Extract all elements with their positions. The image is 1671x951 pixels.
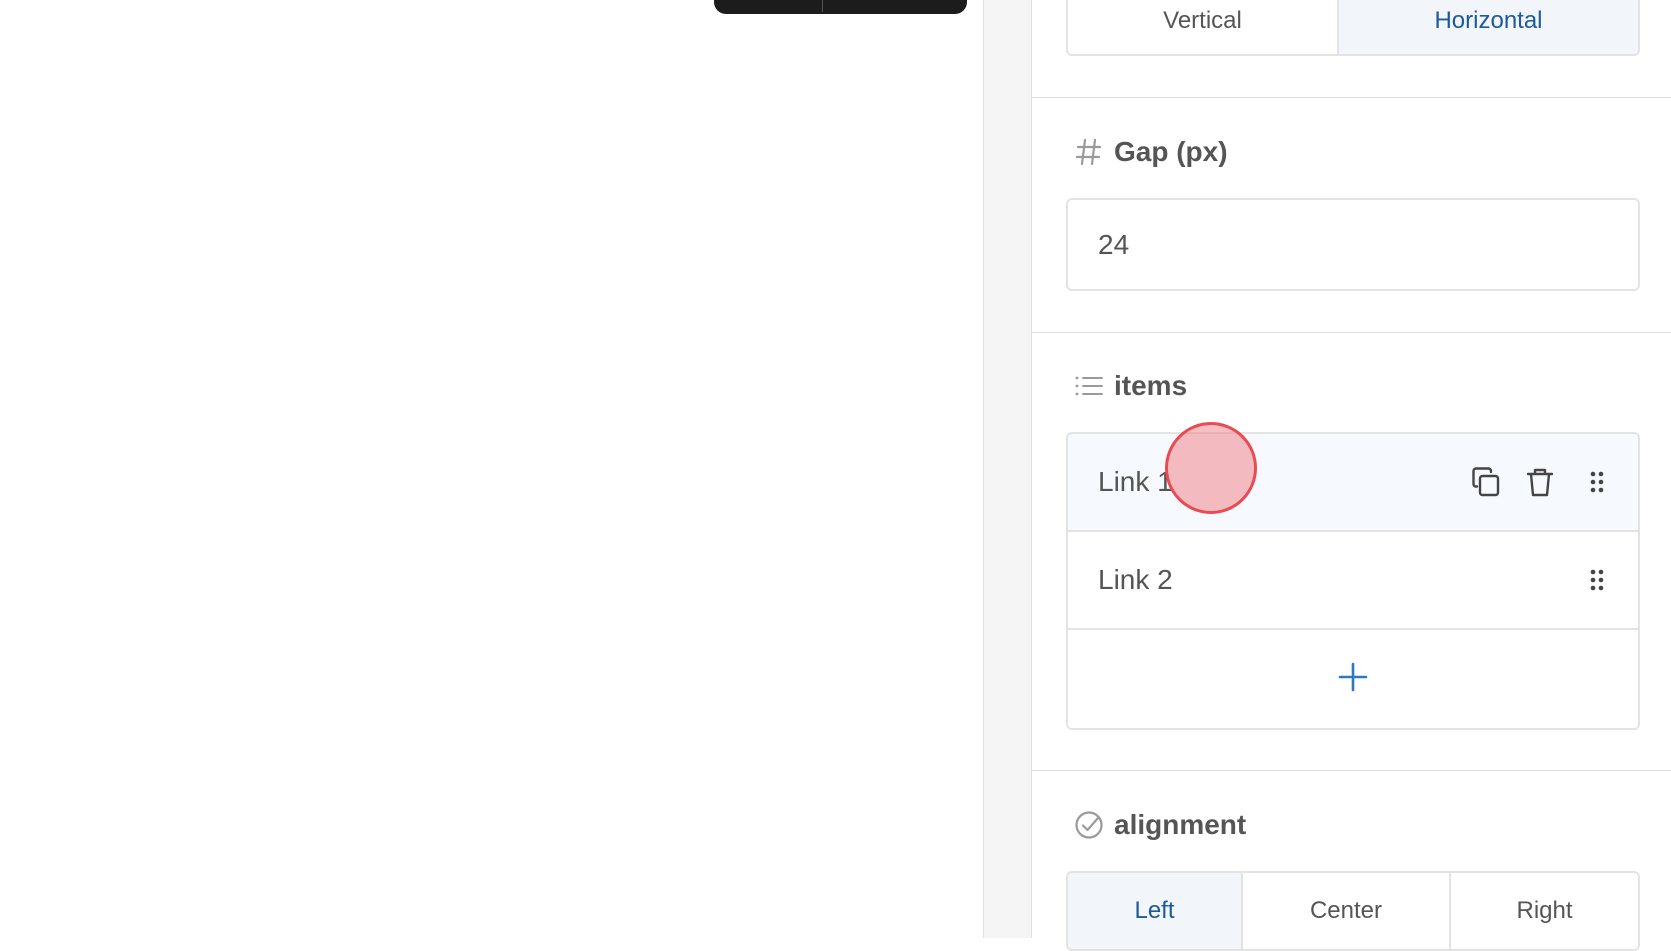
alignment-label-text: alignment (1114, 809, 1247, 840)
list-icon (1074, 371, 1104, 401)
list-item-actions (1590, 569, 1604, 591)
gap-input[interactable]: 24 (1066, 198, 1640, 291)
list-item-label[interactable]: Link 2 (1098, 564, 1590, 596)
direction-option-vertical[interactable]: Vertical (1068, 0, 1339, 54)
alignment-section: alignment Left Center Right (1032, 771, 1671, 951)
items-label-text: items (1114, 370, 1188, 401)
direction-section: Vertical Horizontal (1032, 0, 1671, 98)
gap-section: Gap (px) 24 (1032, 98, 1671, 333)
direction-option-horizontal[interactable]: Horizontal (1339, 0, 1638, 54)
drag-handle-icon[interactable] (1590, 569, 1604, 591)
trash-icon[interactable] (1524, 466, 1556, 498)
gap-label-text: Gap (px) (1114, 136, 1228, 167)
list-item[interactable]: Link 2 (1068, 532, 1638, 630)
list-item-actions (1470, 466, 1604, 498)
duplicate-icon[interactable] (1470, 466, 1502, 498)
list-item-label[interactable]: Link 1 (1098, 466, 1470, 498)
radio-check-icon (1074, 810, 1104, 840)
editor-canvas (0, 0, 983, 938)
toolbar-divider (822, 0, 823, 12)
direction-toggle: Vertical Horizontal (1066, 0, 1640, 56)
properties-panel: Vertical Horizontal Gap (px) 24 items Li… (1032, 0, 1671, 951)
panel-gutter (983, 0, 1032, 938)
floating-toolbar[interactable] (714, 0, 967, 14)
add-item-button[interactable] (1068, 630, 1638, 728)
drag-handle-icon[interactable] (1590, 471, 1604, 493)
alignment-toggle: Left Center Right (1066, 871, 1640, 951)
items-list: Link 1 Link 2 (1066, 432, 1640, 730)
hash-icon (1074, 137, 1104, 167)
items-label: items (1074, 368, 1187, 404)
alignment-label: alignment (1074, 807, 1246, 843)
plus-icon[interactable] (1337, 661, 1369, 698)
list-item[interactable]: Link 1 (1068, 434, 1638, 532)
gap-label: Gap (px) (1074, 134, 1228, 170)
